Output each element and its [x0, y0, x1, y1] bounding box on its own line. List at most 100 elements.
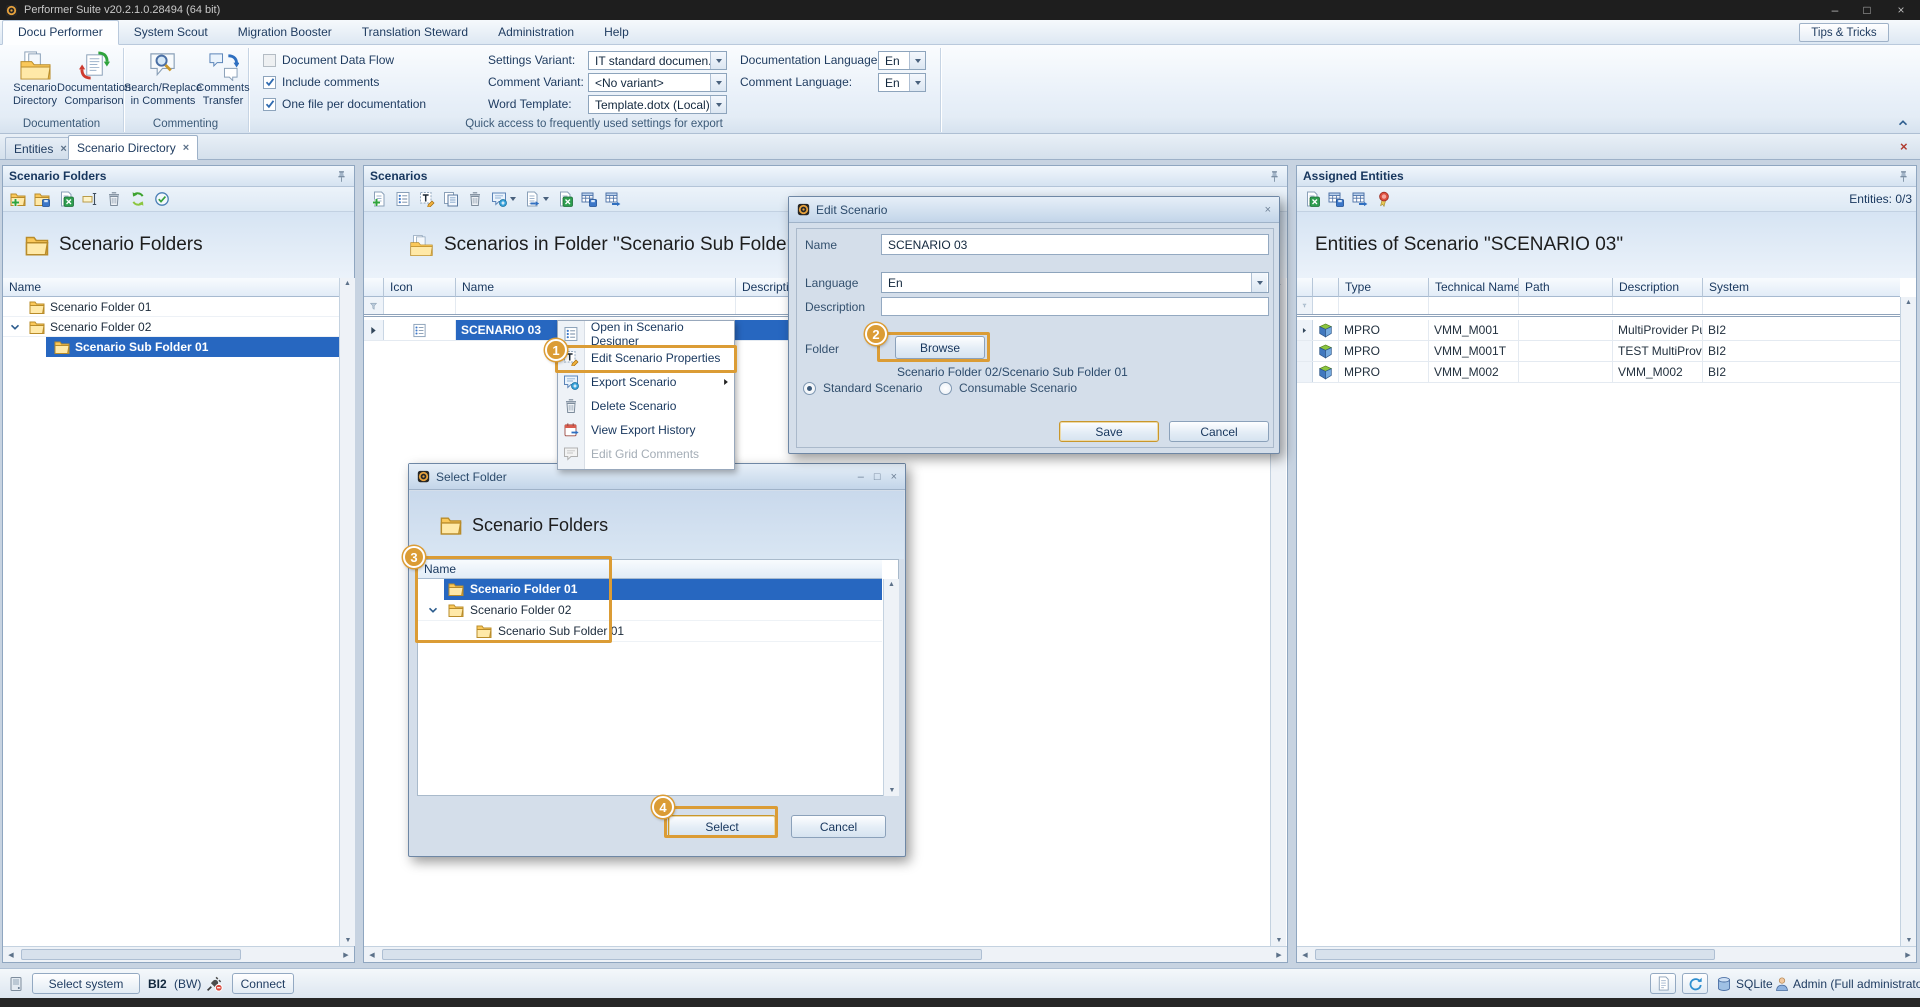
delete-scenario-button[interactable]: [464, 189, 485, 210]
export-excel-button[interactable]: [1301, 189, 1322, 210]
close-document-icon[interactable]: ×: [1900, 139, 1908, 154]
scroll-right-icon[interactable]: ▶: [1273, 951, 1285, 959]
close-tab-icon[interactable]: ×: [60, 143, 66, 155]
chevron-down-icon[interactable]: [10, 323, 20, 331]
window-maximize-button[interactable]: □: [1852, 0, 1882, 20]
close-tab-icon[interactable]: ×: [183, 142, 189, 154]
rename-folder-button[interactable]: [79, 189, 100, 210]
certify-button[interactable]: [1373, 189, 1394, 210]
save-folder-button[interactable]: [31, 189, 52, 210]
window-close-button[interactable]: ×: [1886, 0, 1916, 20]
scrollbar-thumb[interactable]: [21, 949, 241, 960]
delete-folder-button[interactable]: [103, 189, 124, 210]
save-button[interactable]: Save: [1059, 421, 1159, 442]
filter-row[interactable]: [1297, 297, 1900, 317]
scroll-right-icon[interactable]: ▶: [1902, 951, 1914, 959]
menu-tab-translation-steward[interactable]: Translation Steward: [347, 21, 483, 44]
scrollbar-thumb[interactable]: [1315, 949, 1715, 960]
column-header-description[interactable]: Description: [1613, 278, 1703, 297]
new-scenario-button[interactable]: [368, 189, 389, 210]
name-input[interactable]: SCENARIO 03: [881, 234, 1269, 255]
checkbox-one-file-per-documentation[interactable]: One file per documentation: [263, 97, 426, 111]
comment-variant-select[interactable]: <No variant>: [588, 73, 727, 92]
scrollbar-thumb[interactable]: [382, 949, 982, 960]
pin-icon[interactable]: [335, 170, 348, 183]
comments-transfer-button[interactable]: Comments Transfer: [198, 48, 248, 107]
scroll-right-icon[interactable]: ▶: [340, 951, 352, 959]
dialog-close-icon[interactable]: ×: [1265, 204, 1271, 216]
menu-item-view-export-history[interactable]: View Export History: [558, 418, 734, 442]
description-input[interactable]: [881, 297, 1269, 316]
horizontal-scrollbar[interactable]: ◀ ▶: [3, 946, 354, 962]
sync-button[interactable]: [1682, 973, 1708, 994]
validate-button[interactable]: [151, 189, 172, 210]
comment-language-select[interactable]: En: [878, 73, 926, 92]
duplicate-scenario-button[interactable]: [440, 189, 461, 210]
tree-row-scenario-sub-folder-01[interactable]: Scenario Sub Folder 01: [3, 337, 340, 357]
scroll-down-icon[interactable]: ▼: [1273, 937, 1285, 944]
menu-item-delete-scenario[interactable]: Delete Scenario: [558, 394, 734, 418]
export-document-button[interactable]: [521, 189, 551, 210]
checkbox-include-comments[interactable]: Include comments: [263, 75, 379, 89]
menu-tab-docu-performer[interactable]: Docu Performer: [2, 20, 119, 45]
menu-tab-help[interactable]: Help: [589, 21, 644, 44]
entity-row[interactable]: MPRO VMM_M002 VMM_M002 BI2: [1297, 362, 1900, 383]
column-header-name[interactable]: Name: [456, 278, 736, 297]
cancel-button[interactable]: Cancel: [1169, 421, 1269, 442]
column-header-name[interactable]: Name: [3, 278, 340, 297]
scroll-down-icon[interactable]: ▼: [342, 937, 354, 944]
radio-standard-scenario[interactable]: Standard Scenario: [803, 381, 922, 395]
save-grid-button[interactable]: [1325, 189, 1346, 210]
tree-row-scenario-folder-02[interactable]: Scenario Folder 02: [3, 317, 340, 337]
horizontal-scrollbar[interactable]: ◀ ▶: [364, 946, 1287, 962]
connect-button[interactable]: Connect: [232, 973, 294, 994]
scroll-up-icon[interactable]: ▲: [886, 581, 898, 588]
language-select[interactable]: En: [881, 272, 1269, 293]
pin-icon[interactable]: [1897, 170, 1910, 183]
word-template-select[interactable]: Template.dotx (Local): [588, 95, 727, 114]
menu-tab-migration-booster[interactable]: Migration Booster: [223, 21, 347, 44]
dialog-minimize-icon[interactable]: –: [858, 471, 864, 483]
column-header-path[interactable]: Path: [1519, 278, 1613, 297]
tab-scenario-directory[interactable]: Scenario Directory×: [68, 135, 198, 160]
menu-item-export-scenario[interactable]: Export Scenario: [558, 370, 734, 394]
export-excel-button[interactable]: [55, 189, 76, 210]
column-header-icon[interactable]: Icon: [384, 278, 456, 297]
radio-consumable-scenario[interactable]: Consumable Scenario: [939, 381, 1077, 395]
export-comments-button[interactable]: [488, 189, 518, 210]
transfer-grid-button[interactable]: [602, 189, 623, 210]
vertical-scrollbar[interactable]: ▲ ▼: [1900, 297, 1916, 946]
scroll-left-icon[interactable]: ◀: [366, 951, 378, 959]
documentation-comparison-button[interactable]: Documentation Comparison: [63, 48, 125, 107]
open-designer-button[interactable]: [392, 189, 413, 210]
dialog-maximize-icon[interactable]: □: [874, 471, 881, 483]
log-button[interactable]: [1650, 973, 1676, 994]
horizontal-scrollbar[interactable]: ◀ ▶: [1297, 946, 1916, 962]
select-system-button[interactable]: Select system: [32, 973, 140, 994]
export-excel-button[interactable]: [554, 189, 575, 210]
search-replace-in-comments-button[interactable]: Search/Replace in Comments: [129, 48, 197, 107]
scroll-up-icon[interactable]: ▲: [1903, 299, 1915, 306]
column-header-type[interactable]: Type: [1339, 278, 1429, 297]
tips-and-tricks-button[interactable]: Tips & Tricks: [1799, 23, 1889, 42]
tree-row-scenario-folder-01[interactable]: Scenario Folder 01: [3, 297, 340, 317]
entity-row[interactable]: MPRO VMM_M001 MultiProvider Purc... BI2: [1297, 320, 1900, 341]
new-folder-button[interactable]: [7, 189, 28, 210]
vertical-scrollbar[interactable]: ▲ ▼: [339, 278, 355, 946]
tab-entities[interactable]: Entities×: [5, 137, 76, 159]
edit-scenario-dialog-titlebar[interactable]: Edit Scenario ×: [789, 197, 1279, 223]
menu-tab-administration[interactable]: Administration: [483, 21, 589, 44]
vertical-scrollbar[interactable]: ▲ ▼: [883, 579, 899, 796]
edit-properties-button[interactable]: [416, 189, 437, 210]
menu-item-open-in-scenario-designer[interactable]: Open in Scenario Designer: [558, 322, 734, 346]
documentation-language-select[interactable]: En: [878, 51, 926, 70]
menu-tab-system-scout[interactable]: System Scout: [119, 21, 223, 44]
column-header-entity-icon[interactable]: [1313, 278, 1339, 297]
cancel-button[interactable]: Cancel: [791, 815, 886, 838]
scroll-down-icon[interactable]: ▼: [886, 787, 898, 794]
scroll-left-icon[interactable]: ◀: [1299, 951, 1311, 959]
transfer-grid-button[interactable]: [1349, 189, 1370, 210]
column-header-system[interactable]: System: [1703, 278, 1900, 297]
save-grid-button[interactable]: [578, 189, 599, 210]
window-minimize-button[interactable]: –: [1820, 0, 1850, 20]
